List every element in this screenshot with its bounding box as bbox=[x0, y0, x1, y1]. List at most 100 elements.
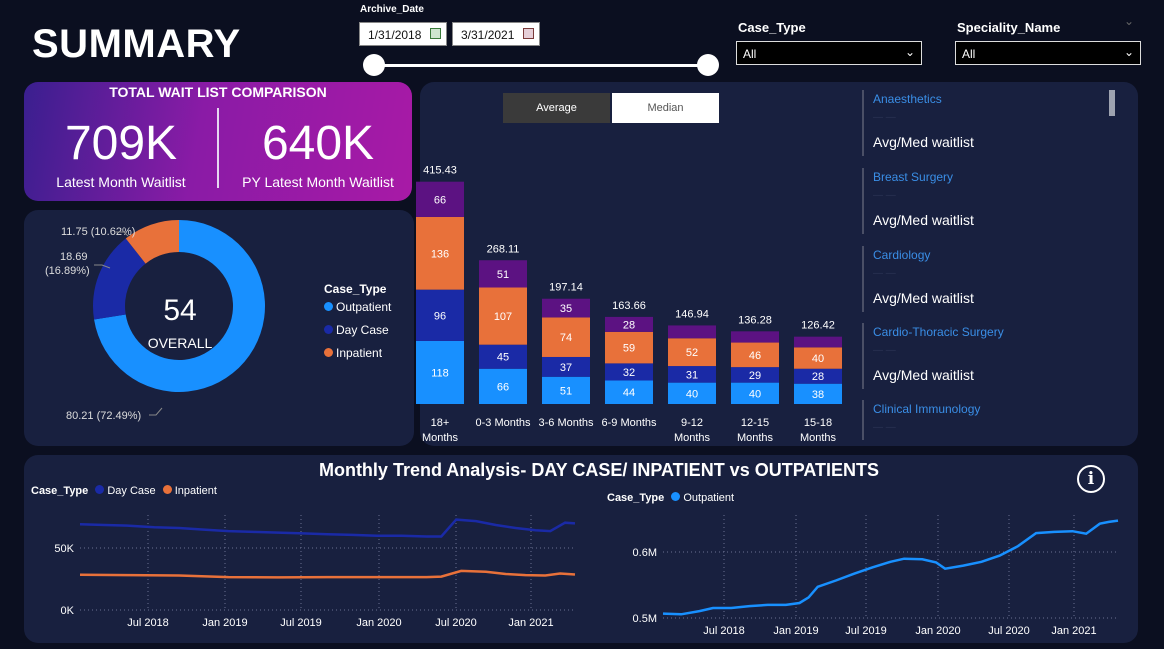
bar-category-label: 0-3 Months bbox=[475, 417, 531, 429]
speciality-ghost-value: — — bbox=[873, 112, 896, 123]
end-date-value: 3/31/2021 bbox=[461, 28, 515, 42]
median-toggle-button[interactable]: Median bbox=[612, 93, 719, 123]
kpi-divider bbox=[217, 108, 219, 188]
kpi-title: TOTAL WAIT LIST COMPARISON bbox=[109, 84, 327, 100]
bar-segment-label: 37 bbox=[560, 362, 572, 374]
x-tick-label: Jul 2019 bbox=[280, 617, 322, 629]
legend-label[interactable]: Inpatient bbox=[175, 485, 217, 497]
speciality-ghost-value: — — bbox=[873, 268, 896, 279]
speciality-divider bbox=[862, 246, 864, 312]
bar-segment-label: 51 bbox=[497, 269, 509, 281]
x-tick-label: Jul 2019 bbox=[845, 625, 887, 635]
legend-title: Case_Type bbox=[607, 492, 665, 504]
slider-start-handle[interactable] bbox=[363, 54, 385, 76]
start-date-input[interactable]: 1/31/2018 bbox=[359, 22, 447, 46]
bar-segment-label: 59 bbox=[623, 343, 635, 355]
x-tick-label: Jul 2020 bbox=[435, 617, 477, 629]
legend-label: Inpatient bbox=[336, 346, 383, 360]
speciality-sub-label: Avg/Med waitlist bbox=[873, 290, 974, 306]
legend-dot bbox=[162, 485, 172, 494]
case-type-dropdown[interactable]: All ⌄ bbox=[736, 41, 922, 65]
bar-segment-label: 40 bbox=[812, 353, 824, 365]
case-type-legend-title: Case_Type bbox=[324, 282, 387, 296]
chevron-down-icon: ⌄ bbox=[904, 45, 915, 59]
average-toggle-button[interactable]: Average bbox=[503, 93, 610, 123]
legend-label[interactable]: Day Case bbox=[107, 485, 155, 497]
legend-item-inpatient[interactable]: Inpatient bbox=[324, 346, 382, 360]
bar-segment-label: 136 bbox=[431, 248, 449, 260]
x-tick-label: Jan 2021 bbox=[508, 617, 553, 629]
info-icon[interactable]: i bbox=[1077, 465, 1105, 493]
page-title: SUMMARY bbox=[32, 22, 241, 66]
speciality-item[interactable]: Anaesthetics — — Avg/Med waitlist bbox=[862, 90, 1102, 160]
case-type-value: All bbox=[743, 47, 757, 61]
calendar-icon[interactable] bbox=[523, 28, 534, 39]
end-date-input[interactable]: 3/31/2021 bbox=[452, 22, 540, 46]
speciality-item[interactable]: Cardio-Thoracic Surgery — — Avg/Med wait… bbox=[862, 323, 1102, 393]
speciality-ghost-value: — — bbox=[873, 190, 896, 201]
legend-item-daycase[interactable]: Day Case bbox=[324, 323, 389, 337]
speciality-item[interactable]: Clinical Immunology — — bbox=[862, 400, 1102, 440]
x-tick-label: Jan 2019 bbox=[202, 617, 247, 629]
bar-total-label: 146.94 bbox=[675, 308, 709, 320]
bar-category-label: Months bbox=[800, 432, 837, 444]
bar-segment-label: 45 bbox=[497, 352, 509, 364]
speciality-dropdown[interactable]: All ⌄ bbox=[955, 41, 1141, 65]
bar-segment-label: 29 bbox=[749, 370, 761, 382]
y-tick-label: 0.5M bbox=[633, 613, 657, 625]
x-tick-label: Jul 2018 bbox=[703, 625, 745, 635]
donut-center-value: 54 bbox=[163, 294, 196, 327]
bar-segment-label: 96 bbox=[434, 310, 446, 322]
speciality-divider bbox=[862, 90, 864, 156]
bar-total-label: 197.14 bbox=[549, 282, 583, 294]
bar-segment-label: 44 bbox=[623, 387, 635, 399]
latest-month-value: 709K bbox=[64, 117, 178, 170]
bar-category-label: Months bbox=[674, 432, 711, 444]
speciality-name: Clinical Immunology bbox=[873, 402, 981, 416]
donut-label-daycase-value: 18.69 bbox=[60, 251, 88, 263]
speciality-item[interactable]: Breast Surgery — — Avg/Med waitlist bbox=[862, 168, 1102, 238]
bar-total-label: 126.42 bbox=[801, 320, 835, 332]
chevron-down-icon: ⌄ bbox=[1123, 45, 1134, 59]
legend-label[interactable]: Outpatient bbox=[683, 492, 734, 504]
x-tick-label: Jan 2020 bbox=[915, 625, 960, 635]
trend-line-day-case bbox=[79, 518, 576, 538]
trend-title: Monthly Trend Analysis- DAY CASE/ INPATI… bbox=[318, 460, 880, 480]
trend-line-outpatient bbox=[662, 519, 1119, 616]
legend-title: Case_Type bbox=[31, 485, 89, 497]
start-date-value: 1/31/2018 bbox=[368, 28, 422, 42]
speciality-name: Anaesthetics bbox=[873, 92, 942, 106]
donut-center-label: OVERALL bbox=[148, 335, 213, 351]
speciality-name: Cardiology bbox=[873, 248, 931, 262]
bar-segment-label: 28 bbox=[623, 319, 635, 331]
legend-dot bbox=[324, 302, 333, 311]
bar-category-label: 12-15 bbox=[741, 417, 769, 429]
bar-segment-label: 66 bbox=[434, 194, 446, 206]
wait-duration-bar-chart: 118 96 136 66 415.43 18+ Months 66 45 107 51 268.11… bbox=[416, 165, 842, 444]
bar-segment-label: 32 bbox=[623, 367, 635, 379]
legend-dot bbox=[324, 325, 333, 334]
donut-leader-line bbox=[149, 407, 163, 416]
bar-segment-label: 46 bbox=[749, 350, 761, 362]
legend-item-outpatient[interactable]: Outpatient bbox=[324, 300, 391, 314]
speciality-name: Breast Surgery bbox=[873, 170, 954, 184]
bar-category-label: Months bbox=[422, 432, 459, 444]
legend-label: Day Case bbox=[336, 323, 389, 337]
y-tick-label: 0.6M bbox=[633, 547, 657, 559]
bar-segment-label: 40 bbox=[686, 388, 698, 400]
slider-end-handle[interactable] bbox=[697, 54, 719, 76]
bar-segment-label: 66 bbox=[497, 381, 509, 393]
legend-dot bbox=[324, 348, 333, 357]
x-tick-label: Jan 2019 bbox=[773, 625, 818, 635]
speciality-divider bbox=[862, 168, 864, 234]
date-range-slider-track[interactable] bbox=[374, 64, 708, 67]
bar-segment-label: 38 bbox=[812, 389, 824, 401]
speciality-item[interactable]: Cardiology — — Avg/Med waitlist bbox=[862, 246, 1102, 316]
chevron-down-icon[interactable]: ⌄ bbox=[1124, 14, 1134, 28]
legend-dot bbox=[671, 492, 681, 501]
bar-segment-label: 28 bbox=[812, 371, 824, 383]
speciality-scrollbar[interactable] bbox=[1109, 90, 1115, 116]
trend-line-inpatient bbox=[79, 569, 576, 579]
calendar-icon[interactable] bbox=[430, 28, 441, 39]
bar-segment bbox=[731, 331, 779, 343]
